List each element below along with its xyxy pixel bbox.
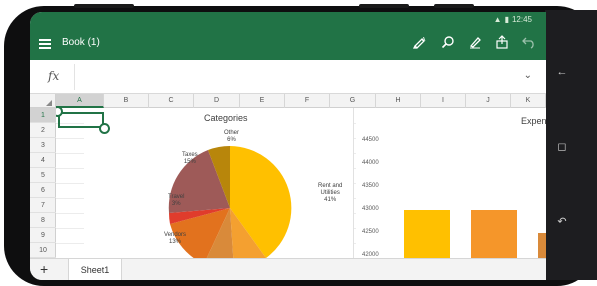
- pie-label-travel: Travel 3%: [168, 194, 185, 207]
- share-icon[interactable]: [494, 35, 510, 51]
- menu-icon[interactable]: [39, 39, 51, 49]
- chevron-down-icon[interactable]: ⌄: [524, 70, 532, 81]
- excel-screen: ▲ ▮ 12:45 Book (1) A fx ⌄ A B C D E F G …: [30, 12, 546, 280]
- formula-bar: fx ⌄: [30, 60, 546, 94]
- col-header[interactable]: D: [194, 94, 240, 108]
- row-header[interactable]: 1: [30, 108, 56, 123]
- y-tick: 43500: [362, 183, 379, 189]
- search-icon[interactable]: [440, 35, 456, 51]
- col-header[interactable]: G: [330, 94, 376, 108]
- row-header[interactable]: 3: [30, 138, 56, 153]
- draw-icon[interactable]: [467, 35, 483, 51]
- row-header[interactable]: 10: [30, 243, 56, 258]
- row-header[interactable]: 2: [30, 123, 56, 138]
- workbook-title[interactable]: Book (1): [62, 37, 100, 48]
- add-sheet-button[interactable]: +: [40, 261, 48, 277]
- recents-icon[interactable]: ◻: [555, 140, 569, 153]
- col-header[interactable]: E: [240, 94, 285, 108]
- y-tick: 42500: [362, 229, 379, 235]
- bar-0[interactable]: [404, 210, 450, 258]
- col-header[interactable]: B: [104, 94, 149, 108]
- app-bar: ▲ ▮ 12:45 Book (1) A: [30, 12, 546, 60]
- status-time: 12:45: [511, 15, 532, 24]
- pie-graphic: [168, 145, 292, 258]
- battery-icon: ▮: [504, 15, 509, 24]
- sheet-tab-bar: + Sheet1: [30, 258, 546, 280]
- svg-text:A: A: [422, 37, 426, 43]
- column-headers: A B C D E F G H I J K: [30, 94, 546, 108]
- row-header[interactable]: 4: [30, 153, 56, 168]
- sheet-tab-sheet1[interactable]: Sheet1: [68, 259, 122, 280]
- bar-chart[interactable]: Expen 44500 44000 43500 43000 42500 4200…: [356, 108, 546, 258]
- formula-input[interactable]: [82, 69, 482, 85]
- selection-handle-end[interactable]: [99, 123, 110, 134]
- bar-2[interactable]: [538, 233, 546, 258]
- bar-1[interactable]: [471, 210, 517, 258]
- pie-chart[interactable]: Categories Other6% Taxes15% Travel3%: [84, 108, 354, 258]
- pen-icon[interactable]: A: [412, 35, 428, 51]
- row-headers: 1 2 3 4 5 6 7 8 9 10: [30, 108, 56, 258]
- col-header[interactable]: A: [56, 94, 104, 108]
- col-header[interactable]: I: [421, 94, 466, 108]
- signal-icon: ▲: [493, 15, 502, 24]
- cell-grid[interactable]: Categories Other6% Taxes15% Travel3%: [56, 108, 546, 258]
- back-icon[interactable]: ←: [555, 66, 569, 78]
- row-header[interactable]: 9: [30, 228, 56, 243]
- select-all-corner[interactable]: [30, 94, 56, 108]
- status-bar: ▲ ▮ 12:45: [494, 15, 532, 24]
- row-header[interactable]: 5: [30, 168, 56, 183]
- pie-label-vendors: Vendors 13%: [164, 232, 187, 245]
- row-header[interactable]: 7: [30, 198, 56, 213]
- home-icon[interactable]: ↶: [555, 215, 569, 228]
- y-tick: 44000: [362, 160, 379, 166]
- nav-bezel: ← ◻ ↶: [545, 10, 597, 280]
- row-header[interactable]: 8: [30, 213, 56, 228]
- fx-label: fx: [48, 69, 60, 83]
- col-header[interactable]: K: [511, 94, 546, 108]
- col-header[interactable]: H: [376, 94, 421, 108]
- pie-label-taxes: Taxes 15%: [182, 152, 198, 165]
- bar-chart-title: Expen: [521, 116, 546, 126]
- selected-cell-a1[interactable]: [58, 112, 104, 128]
- pie-label-rent: Rent and Utilities 41%: [318, 183, 343, 203]
- col-header[interactable]: J: [466, 94, 511, 108]
- col-header[interactable]: C: [149, 94, 194, 108]
- undo-icon[interactable]: [521, 35, 537, 51]
- row-header[interactable]: 6: [30, 183, 56, 198]
- y-tick: 44500: [362, 137, 379, 143]
- y-tick: 43000: [362, 206, 379, 212]
- pie-label-other: Other 6%: [224, 130, 240, 143]
- col-header[interactable]: F: [285, 94, 330, 108]
